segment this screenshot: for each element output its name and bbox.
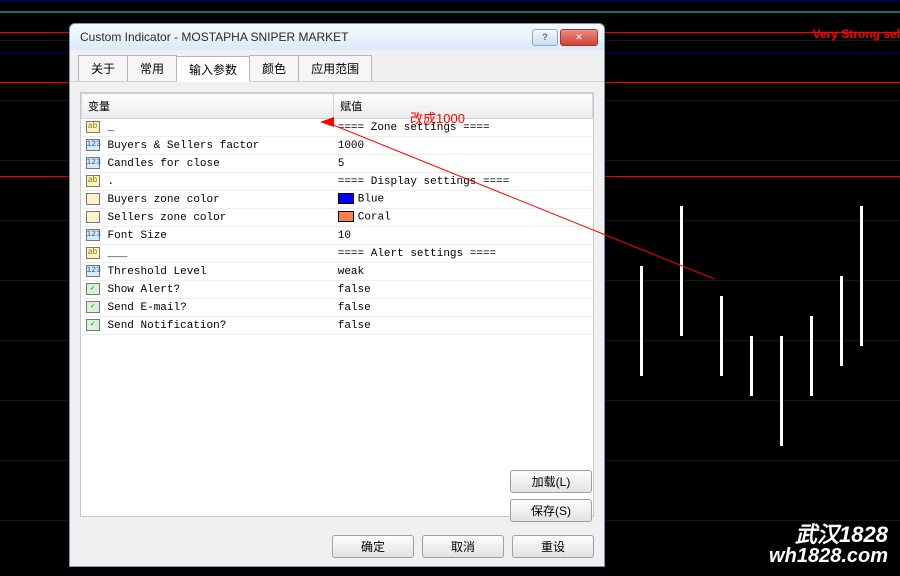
param-value[interactable]: false [334, 281, 593, 299]
chart-line [0, 11, 900, 13]
row-type-icon: 123 [82, 227, 104, 245]
param-value[interactable]: 5 [334, 155, 593, 173]
titlebar[interactable]: Custom Indicator - MOSTAPHA SNIPER MARKE… [70, 24, 604, 50]
row-type-icon: ✓ [82, 299, 104, 317]
table-row[interactable]: 123Buyers & Sellers factor1000 [82, 137, 593, 155]
param-name: Threshold Level [104, 263, 334, 281]
tab-scope[interactable]: 应用范围 [298, 55, 372, 81]
table-row[interactable]: 123Threshold Levelweak [82, 263, 593, 281]
table-row[interactable]: ab.==== Display settings ==== [82, 173, 593, 191]
dialog-content: 变量 赋值 ab_==== Zone settings ====123Buyer… [70, 82, 604, 527]
row-type-icon: ab [82, 245, 104, 263]
col-value[interactable]: 赋值 [334, 94, 593, 119]
table-row[interactable]: ✓Send Notification?false [82, 317, 593, 335]
tab-about[interactable]: 关于 [78, 55, 128, 81]
chart-line [0, 0, 900, 1]
color-name: Blue [358, 194, 384, 206]
param-name: Buyers & Sellers factor [104, 137, 334, 155]
table-row[interactable]: 123Candles for close5 [82, 155, 593, 173]
row-type-icon: 123 [82, 263, 104, 281]
watermark-line1: 武汉1828 [769, 524, 888, 546]
reset-button[interactable]: 重设 [512, 535, 594, 558]
param-value[interactable]: false [334, 299, 593, 317]
param-name: ___ [104, 245, 334, 263]
table-row[interactable]: 123Font Size10 [82, 227, 593, 245]
param-name: Sellers zone color [104, 209, 334, 227]
color-name: Coral [358, 212, 391, 224]
row-type-icon [82, 209, 104, 227]
param-value[interactable]: ==== Display settings ==== [334, 173, 593, 191]
color-swatch [338, 193, 354, 204]
row-type-icon: ✓ [82, 317, 104, 335]
param-name: _ [104, 119, 334, 137]
tab-colors[interactable]: 颜色 [249, 55, 299, 81]
row-type-icon: 123 [82, 137, 104, 155]
table-row[interactable]: ab_==== Zone settings ==== [82, 119, 593, 137]
param-value[interactable]: 10 [334, 227, 593, 245]
param-name: . [104, 173, 334, 191]
close-button[interactable]: ✕ [560, 29, 598, 46]
table-row[interactable]: ab___==== Alert settings ==== [82, 245, 593, 263]
param-name: Font Size [104, 227, 334, 245]
save-button[interactable]: 保存(S) [510, 499, 592, 522]
param-value[interactable]: ==== Zone settings ==== [334, 119, 593, 137]
param-value[interactable]: Blue [334, 191, 593, 209]
table-row[interactable]: Sellers zone color Coral [82, 209, 593, 227]
tab-strip: 关于 常用 输入参数 颜色 应用范围 [70, 50, 604, 82]
param-value[interactable]: ==== Alert settings ==== [334, 245, 593, 263]
row-type-icon: ab [82, 119, 104, 137]
tab-common[interactable]: 常用 [127, 55, 177, 81]
window-title: Custom Indicator - MOSTAPHA SNIPER MARKE… [80, 30, 530, 44]
row-type-icon [82, 191, 104, 209]
table-row[interactable]: ✓Send E-mail?false [82, 299, 593, 317]
param-name: Send E-mail? [104, 299, 334, 317]
param-value[interactable]: weak [334, 263, 593, 281]
custom-indicator-dialog: Custom Indicator - MOSTAPHA SNIPER MARKE… [69, 23, 605, 567]
param-name: Send Notification? [104, 317, 334, 335]
watermark-line2: wh1828.com [769, 546, 888, 566]
cancel-button[interactable]: 取消 [422, 535, 504, 558]
zone-label: Very Strong sel [813, 27, 900, 41]
load-button[interactable]: 加载(L) [510, 470, 592, 493]
param-name: Show Alert? [104, 281, 334, 299]
color-swatch [338, 211, 354, 222]
table-row[interactable]: Buyers zone color Blue [82, 191, 593, 209]
param-value[interactable]: false [334, 317, 593, 335]
dialog-buttons: 确定 取消 重设 [70, 527, 604, 566]
param-value[interactable]: Coral [334, 209, 593, 227]
watermark: 武汉1828 wh1828.com [769, 524, 888, 566]
param-name: Buyers zone color [104, 191, 334, 209]
help-button[interactable]: ? [532, 29, 558, 46]
table-row[interactable]: ✓Show Alert?false [82, 281, 593, 299]
param-value[interactable]: 1000 [334, 137, 593, 155]
row-type-icon: ✓ [82, 281, 104, 299]
tab-inputs[interactable]: 输入参数 [176, 56, 250, 82]
inputs-table[interactable]: 变量 赋值 ab_==== Zone settings ====123Buyer… [80, 92, 594, 517]
row-type-icon: ab [82, 173, 104, 191]
param-name: Candles for close [104, 155, 334, 173]
ok-button[interactable]: 确定 [332, 535, 414, 558]
col-variable[interactable]: 变量 [82, 94, 334, 119]
row-type-icon: 123 [82, 155, 104, 173]
